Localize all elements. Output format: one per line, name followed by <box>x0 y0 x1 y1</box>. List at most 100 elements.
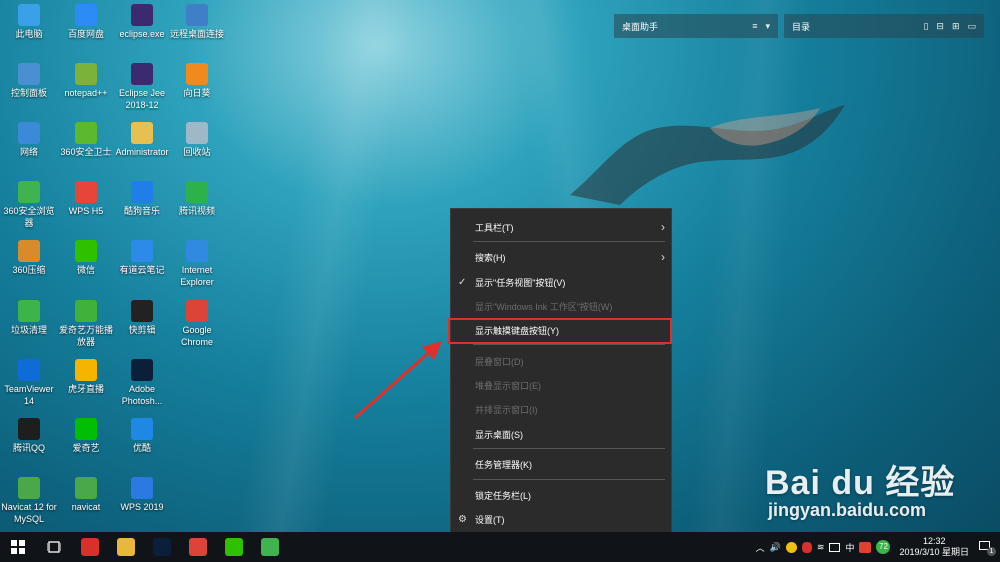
desktop-icon[interactable]: 爱奇艺万能播放器 <box>57 300 115 348</box>
desktop-icon[interactable]: 酷狗音乐 <box>113 181 171 217</box>
grid-icon[interactable]: ⊞ <box>952 21 960 32</box>
minimize-icon[interactable]: ⊟ <box>936 21 944 32</box>
taskbar-app-button[interactable] <box>144 532 180 562</box>
cleaner-icon <box>18 300 40 322</box>
desktop-icon[interactable]: Navicat 12 for MySQL <box>0 477 58 525</box>
desktop-icon-label: 虎牙直播 <box>67 384 104 394</box>
desktop-icon-label: WPS 2019 <box>120 502 164 512</box>
desktop-icon[interactable]: 此电脑 <box>0 4 58 40</box>
network-wifi-icon[interactable]: ≋ <box>817 542 825 553</box>
start-button[interactable] <box>0 532 36 562</box>
desktop-icon[interactable]: 远程桌面连接 <box>168 4 226 40</box>
notification-app-icon[interactable] <box>785 541 797 553</box>
desktop-icon[interactable]: 控制面板 <box>0 63 58 99</box>
menu-item-show-task-view[interactable]: ✓ 显示"任务视图"按钮(V) <box>451 272 671 292</box>
desktop-icon[interactable]: Adobe Photosh... <box>113 359 171 407</box>
360-browser-icon <box>261 538 279 556</box>
checkmark-icon: ✓ <box>458 276 467 288</box>
desktop-icon[interactable]: 腾讯视频 <box>168 181 226 217</box>
menu-separator <box>473 448 665 449</box>
qq-icon <box>18 418 40 440</box>
taskbar-app-button[interactable] <box>180 532 216 562</box>
taskbar-app-button[interactable] <box>216 532 252 562</box>
desktop-icon[interactable]: navicat <box>57 477 115 513</box>
menu-item-touch-keyboard[interactable]: 显示触摸键盘按钮(Y) <box>451 320 671 340</box>
navicat-mysql-icon <box>18 477 40 499</box>
desktop-icon[interactable]: 360安全卫士 <box>57 122 115 158</box>
desktop-icon[interactable]: Google Chrome <box>168 300 226 348</box>
qq-tray-icon[interactable] <box>801 541 812 553</box>
desktop-icon-label: 360安全卫士 <box>60 147 112 157</box>
chevron-right-icon: › <box>661 250 665 264</box>
user-folder-icon <box>131 122 153 144</box>
chevron-up-icon[interactable]: ︿ <box>756 541 765 554</box>
menu-item-settings[interactable]: ⚙ 设置(T) <box>451 509 671 529</box>
desktop-icon[interactable]: 虎牙直播 <box>57 359 115 395</box>
desktop-icon[interactable]: eclipse.exe <box>113 4 171 40</box>
taskbar-context-menu: 工具栏(T) › 搜索(H) › ✓ 显示"任务视图"按钮(V) 显示"Wind… <box>450 208 672 535</box>
desktop-icon[interactable]: TeamViewer 14 <box>0 359 58 407</box>
desktop-icon[interactable]: 有道云笔记 <box>113 240 171 276</box>
desktop-icon[interactable]: 360安全浏览器 <box>0 181 58 229</box>
menu-icon[interactable]: ≡ <box>752 21 757 32</box>
widget-title: 桌面助手 <box>622 21 659 32</box>
iqiyi-icon <box>75 418 97 440</box>
desktop-icon[interactable]: 百度网盘 <box>57 4 115 40</box>
qq-icon <box>81 538 99 556</box>
menu-item-task-manager[interactable]: 任务管理器(K) <box>451 454 671 474</box>
directory-widget[interactable]: 目录 ▯ ⊟ ⊞ ▭ <box>784 14 984 38</box>
ime-indicator[interactable]: 中 <box>845 541 854 554</box>
desktop-icon-label: 微信 <box>76 265 95 275</box>
notification-count-badge: 1 <box>987 547 996 556</box>
desktop-icon[interactable]: Internet Explorer <box>168 240 226 288</box>
baidu-netdisk-icon <box>75 4 97 26</box>
menu-item-toolbars[interactable]: 工具栏(T) › <box>451 217 671 237</box>
baidu-jingyan-watermark: Bai du 经验 jingyan.baidu.com <box>765 455 980 521</box>
taskbar-app-button[interactable] <box>108 532 144 562</box>
menu-item-show-desktop[interactable]: 显示桌面(S) <box>451 424 671 444</box>
desktop-icon[interactable]: 快剪辑 <box>113 300 171 336</box>
network-icon <box>18 122 40 144</box>
window-icon[interactable]: ▯ <box>923 21 928 32</box>
desktop-icon-label: 向日葵 <box>183 88 211 98</box>
desktop-icon[interactable]: Administrator <box>113 122 171 158</box>
desktop-icon-label: eclipse.exe <box>119 29 165 39</box>
desktop-icon-label: Navicat 12 for MySQL <box>1 502 57 524</box>
desktop-icon-label: WPS H5 <box>68 206 104 216</box>
desktop-icon[interactable]: 360压缩 <box>0 240 58 276</box>
desktop-icon[interactable]: 向日葵 <box>168 63 226 99</box>
desktop-icon[interactable]: 微信 <box>57 240 115 276</box>
desktop-icon-label: Internet Explorer <box>180 265 214 287</box>
desktop-icon[interactable]: 爱奇艺 <box>57 418 115 454</box>
power-icon[interactable] <box>829 542 841 552</box>
clock[interactable]: 12:32 2019/3/10 星期日 <box>899 536 969 558</box>
desktop-icon-label: 垃圾清理 <box>10 325 47 335</box>
wechat-icon <box>75 240 97 262</box>
desktop-icon[interactable]: 垃圾清理 <box>0 300 58 336</box>
desktop-icon[interactable]: 网络 <box>0 122 58 158</box>
restore-icon[interactable]: ▭ <box>967 21 976 32</box>
desktop-icon-label: Adobe Photosh... <box>121 384 163 406</box>
menu-item-lock-taskbar[interactable]: 锁定任务栏(L) <box>451 485 671 505</box>
desktop-icon[interactable]: notepad++ <box>57 63 115 99</box>
desktop-icon[interactable]: WPS H5 <box>57 181 115 217</box>
desktop-icon[interactable]: 优酷 <box>113 418 171 454</box>
desktop-icon[interactable]: 腾讯QQ <box>0 418 58 454</box>
desktop-icon-label: 360压缩 <box>12 265 46 275</box>
desktop-icon[interactable]: 回收站 <box>168 122 226 158</box>
360-browser-icon <box>18 181 40 203</box>
taskbar-app-button[interactable] <box>252 532 288 562</box>
taskbar-app-button[interactable] <box>72 532 108 562</box>
sogou-input-icon[interactable] <box>859 541 872 553</box>
action-center-button[interactable]: 1 <box>978 539 996 556</box>
task-view-button[interactable] <box>36 532 72 562</box>
volume-icon[interactable]: 🔊 <box>770 542 781 553</box>
chevron-down-icon[interactable]: ▾ <box>765 21 770 32</box>
menu-separator <box>473 344 665 345</box>
desktop-icon[interactable]: WPS 2019 <box>113 477 171 513</box>
desktop-assistant-widget[interactable]: 桌面助手 ≡ ▾ <box>614 14 778 38</box>
menu-item-search[interactable]: 搜索(H) › <box>451 247 671 267</box>
file-explorer-icon <box>117 538 135 556</box>
desktop-icon[interactable]: Eclipse Jee 2018-12 <box>113 63 171 111</box>
360-tray-badge[interactable]: 72 <box>876 540 891 554</box>
